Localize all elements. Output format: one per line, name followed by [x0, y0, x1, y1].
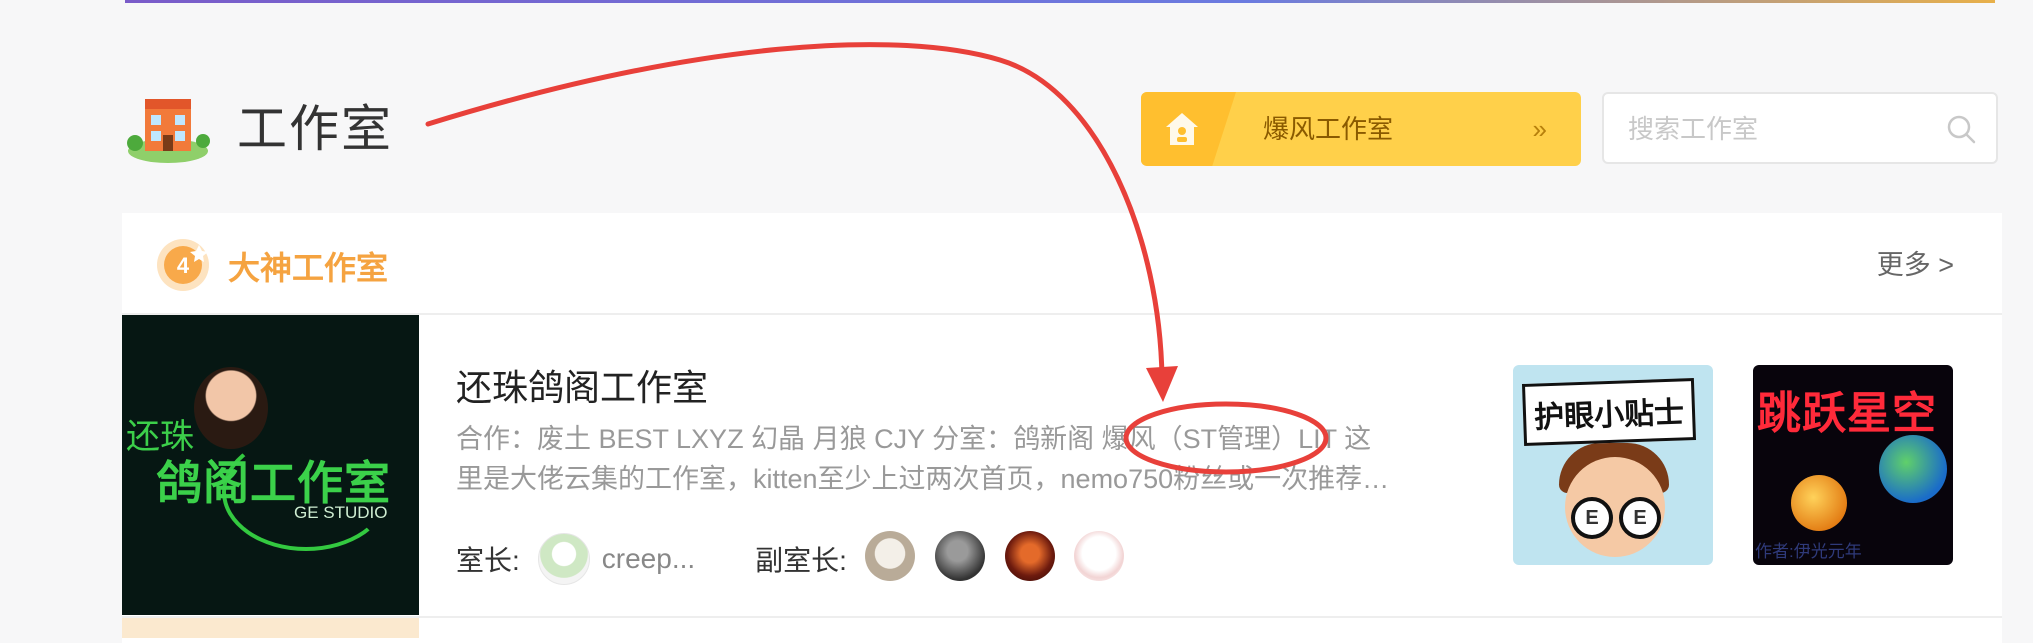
owner-avatar[interactable]: [537, 533, 590, 585]
studio-section-card: 4 大神工作室 更多 > 还珠 鸽阁工作室 GE STUDIO 还珠鸽阁工作室 …: [122, 213, 2002, 643]
thumbnail-caption: 跳跃星空: [1757, 389, 1937, 438]
studio-members: 室长: creep... 副室长:: [456, 530, 1136, 588]
orange-planet: [1791, 475, 1847, 531]
vice-owner-avatar[interactable]: [864, 530, 915, 581]
owner-label: 室长:: [456, 545, 520, 576]
project-thumbnail[interactable]: E E 护眼小贴士: [1513, 365, 1713, 565]
top-accent-bar: [125, 0, 1995, 3]
badge-number: 4: [177, 253, 190, 278]
cover-text-line3: GE STUDIO: [294, 503, 388, 522]
thumbnail-caption: 护眼小贴士: [1521, 378, 1697, 446]
project-thumbnail[interactable]: 跳跃星空 作者:伊光元年: [1753, 365, 1953, 565]
thumbnail-author: 作者:伊光元年: [1755, 542, 1862, 561]
medal-badge-icon: 4: [157, 239, 209, 291]
double-chevron-icon: »: [1532, 114, 1547, 144]
vice-owner-avatars: [864, 530, 1136, 588]
thumb-glasses-left: E: [1571, 497, 1613, 539]
vice-owner-avatar[interactable]: [1074, 530, 1125, 581]
section-title: 大神工作室: [228, 250, 389, 286]
studio-switch-label: 爆风工作室: [1263, 114, 1394, 144]
page-header: 工作室: [125, 85, 393, 165]
studio-cover-image[interactable]: 还珠 鸽阁工作室 GE STUDIO: [122, 315, 419, 615]
page-title: 工作室: [237, 101, 393, 157]
thumb-glasses-right: E: [1619, 497, 1661, 539]
vice-owner-avatar[interactable]: [1004, 530, 1055, 581]
next-studio-cover[interactable]: [122, 618, 419, 638]
description-line-1: 合作：废土 BEST LXYZ 幻晶 月狼 CJY 分室：鸽新阁 爆风（ST管理…: [456, 424, 1372, 454]
search-input[interactable]: [1604, 94, 1950, 164]
building-icon: [127, 99, 210, 163]
next-studio-item[interactable]: [122, 616, 2002, 638]
more-link[interactable]: 更多 >: [1877, 243, 1954, 282]
search-icon[interactable]: [1946, 114, 1976, 144]
studio-list-item[interactable]: 还珠 鸽阁工作室 GE STUDIO 还珠鸽阁工作室 合作：废土 BEST LX…: [122, 315, 2002, 615]
studio-description: 合作：废土 BEST LXYZ 幻晶 月狼 CJY 分室：鸽新阁 爆风（ST管理…: [456, 419, 1566, 499]
vice-owner-label: 副室长:: [755, 545, 847, 576]
search-box: [1602, 92, 1998, 164]
description-line-2: 里是大佬云集的工作室，kitten至少上过两次首页，nemo750粉丝或一次推荐…: [456, 464, 1390, 494]
studio-name[interactable]: 还珠鸽阁工作室: [456, 359, 708, 411]
earth-planet: [1879, 435, 1947, 503]
studio-switch-button[interactable]: 爆风工作室 »: [1141, 92, 1581, 166]
vice-owner-avatar[interactable]: [934, 530, 985, 581]
owner-name[interactable]: creep...: [602, 543, 695, 575]
home-icon: [1166, 113, 1198, 145]
section-header: 4 大神工作室 更多 >: [122, 213, 2002, 315]
cover-portrait: [194, 367, 268, 449]
